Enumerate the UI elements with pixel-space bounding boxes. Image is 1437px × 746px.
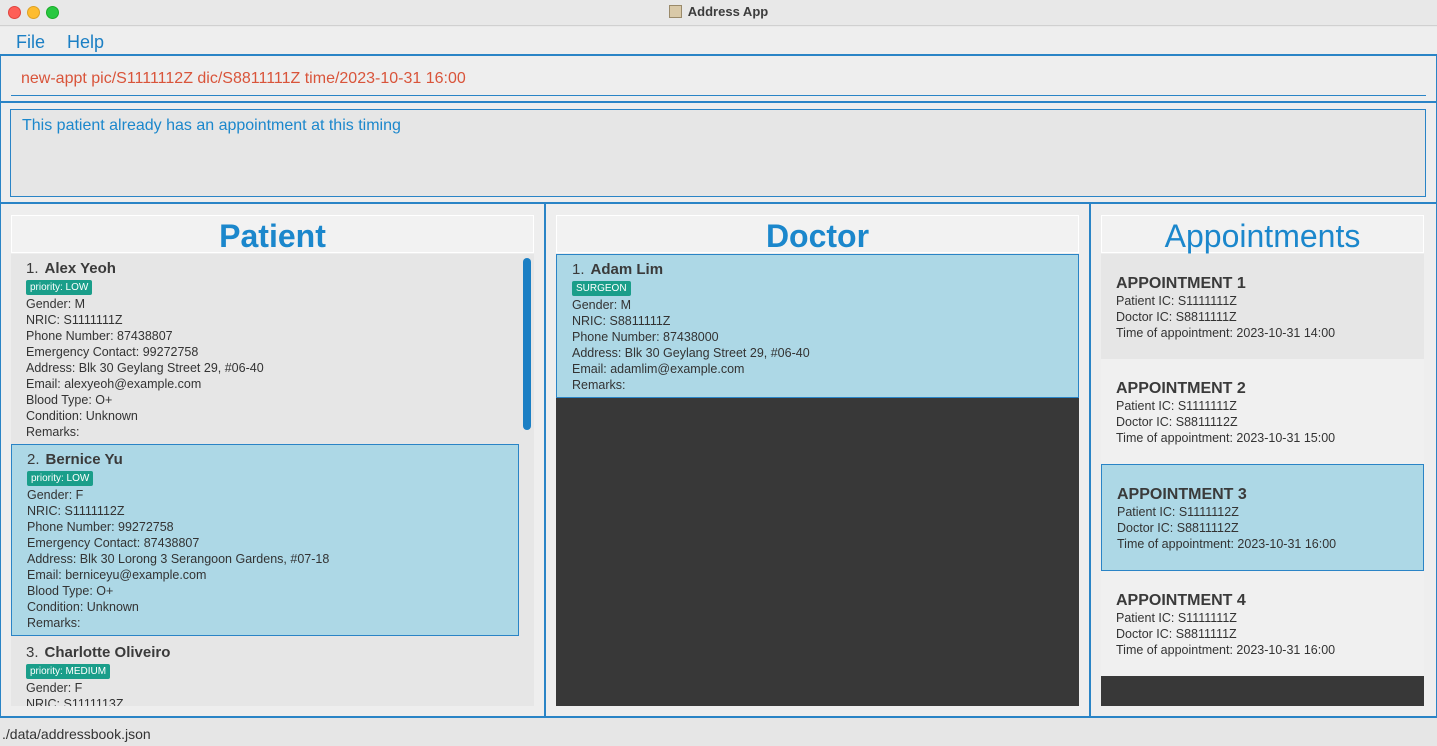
appointment-card[interactable]: APPOINTMENT 1 Patient IC: S1111111Z Doct… xyxy=(1101,254,1424,359)
patient-panel-title: Patient xyxy=(11,215,534,254)
command-box-area xyxy=(0,56,1437,103)
doctor-name: Adam Lim xyxy=(590,261,664,278)
patient-emergency-contact: Emergency Contact: 99272758 xyxy=(26,345,199,359)
appointment-doctor-ic: Doctor IC: S8811112Z xyxy=(1116,415,1238,429)
doctor-index: 1. xyxy=(572,261,585,278)
app-window: Address App File Help This patient alrea… xyxy=(0,0,1437,746)
appointment-card[interactable]: APPOINTMENT 4 Patient IC: S1111111Z Doct… xyxy=(1101,571,1424,676)
patient-card[interactable]: 3. Charlotte Oliveiro priority: MEDIUM Ge… xyxy=(11,638,519,706)
doctor-name-line: 1. Adam Lim xyxy=(572,261,1063,279)
doctor-phone: Phone Number: 87438000 xyxy=(572,330,719,344)
doctor-panel-title: Doctor xyxy=(556,215,1079,254)
appointment-list[interactable]: APPOINTMENT 1 Patient IC: S1111111Z Doct… xyxy=(1101,254,1424,706)
command-input[interactable] xyxy=(11,62,1426,96)
patient-gender: Gender: M xyxy=(26,297,86,311)
patient-phone: Phone Number: 87438807 xyxy=(26,329,173,343)
save-location: ./data/addressbook.json xyxy=(2,726,151,742)
patient-gender: Gender: F xyxy=(26,681,83,695)
result-message: This patient already has an appointment … xyxy=(10,109,1426,197)
patient-blood-type: Blood Type: O+ xyxy=(27,584,114,598)
appointment-title: APPOINTMENT 4 xyxy=(1116,592,1246,609)
appointment-time: Time of appointment: 2023-10-31 16:00 xyxy=(1117,537,1337,551)
doctor-address: Address: Blk 30 Geylang Street 29, #06-4… xyxy=(572,346,810,360)
appointment-time: Time of appointment: 2023-10-31 15:00 xyxy=(1116,431,1336,445)
patient-address: Address: Blk 30 Geylang Street 29, #06-4… xyxy=(26,361,264,375)
appointment-doctor-ic: Doctor IC: S8811112Z xyxy=(1117,521,1239,535)
menu-file[interactable]: File xyxy=(16,32,45,53)
patient-email: Email: alexyeoh@example.com xyxy=(26,377,202,391)
patient-card-selected[interactable]: 2. Bernice Yu priority: LOW Gender: F NRI… xyxy=(11,444,519,636)
appointments-panel-title: Appointments xyxy=(1101,215,1424,254)
specialty-tag: SURGEON xyxy=(572,281,631,296)
appointment-patient-ic: Patient IC: S1111112Z xyxy=(1117,505,1239,519)
patient-name-line: 3. Charlotte Oliveiro xyxy=(26,644,504,662)
window-title: Address App xyxy=(687,4,769,19)
doctor-card-selected[interactable]: 1. Adam Lim SURGEON Gender: M NRIC: S8811… xyxy=(556,254,1079,398)
patient-email: Email: berniceyu@example.com xyxy=(27,568,207,582)
doctor-gender: Gender: M xyxy=(572,298,632,312)
appointment-card-selected[interactable]: APPOINTMENT 3 Patient IC: S1111112Z Doct… xyxy=(1101,464,1424,571)
appointment-doctor-ic: Doctor IC: S8811111Z xyxy=(1116,627,1237,641)
patient-remarks: Remarks: xyxy=(27,616,81,630)
doctor-email: Email: adamlim@example.com xyxy=(572,362,745,376)
doctor-remarks: Remarks: xyxy=(572,378,626,392)
patient-emergency-contact: Emergency Contact: 87438807 xyxy=(27,536,200,550)
patient-name: Charlotte Oliveiro xyxy=(44,644,171,661)
title-bar: Address App xyxy=(0,0,1437,26)
appointment-time: Time of appointment: 2023-10-31 14:00 xyxy=(1116,326,1336,340)
appointment-title: APPOINTMENT 3 xyxy=(1117,486,1247,503)
patient-name: Alex Yeoh xyxy=(44,260,116,277)
patient-name-line: 1. Alex Yeoh xyxy=(26,260,504,278)
appointment-time: Time of appointment: 2023-10-31 16:00 xyxy=(1116,643,1336,657)
patient-nric: NRIC: S1111112Z xyxy=(27,504,125,518)
panel-divider xyxy=(544,204,546,717)
patient-list-scrollbar[interactable] xyxy=(523,258,531,430)
patient-index: 3. xyxy=(26,644,39,661)
appointment-card[interactable]: APPOINTMENT 2 Patient IC: S1111111Z Doct… xyxy=(1101,359,1424,464)
priority-tag: priority: LOW xyxy=(27,471,94,486)
appointment-title: APPOINTMENT 2 xyxy=(1116,380,1246,397)
doctor-nric: NRIC: S8811111Z xyxy=(572,314,671,328)
menu-help[interactable]: Help xyxy=(67,32,104,53)
patient-remarks: Remarks: xyxy=(26,425,80,439)
appointment-title: APPOINTMENT 1 xyxy=(1116,275,1246,292)
patient-blood-type: Blood Type: O+ xyxy=(26,393,113,407)
patient-list[interactable]: 1. Alex Yeoh priority: LOW Gender: M NRIC… xyxy=(11,254,534,706)
patient-index: 1. xyxy=(26,260,39,277)
priority-tag: priority: LOW xyxy=(26,280,93,295)
patient-index: 2. xyxy=(27,451,40,468)
patient-condition: Condition: Unknown xyxy=(27,600,139,614)
status-bar: ./data/addressbook.json xyxy=(0,716,1437,746)
patient-name-line: 2. Bernice Yu xyxy=(27,451,503,469)
priority-tag: priority: MEDIUM xyxy=(26,664,111,679)
appointment-patient-ic: Patient IC: S1111111Z xyxy=(1116,294,1237,308)
appointment-doctor-ic: Doctor IC: S8811111Z xyxy=(1116,310,1237,324)
patient-condition: Condition: Unknown xyxy=(26,409,138,423)
patient-name: Bernice Yu xyxy=(45,451,123,468)
appointment-patient-ic: Patient IC: S1111111Z xyxy=(1116,611,1237,625)
appointment-patient-ic: Patient IC: S1111111Z xyxy=(1116,399,1237,413)
window-title-wrap: Address App xyxy=(0,4,1437,19)
menu-bar: File Help xyxy=(0,27,1437,56)
patient-phone: Phone Number: 99272758 xyxy=(27,520,174,534)
patient-nric: NRIC: S1111111Z xyxy=(26,313,123,327)
panel-divider xyxy=(1089,204,1091,717)
result-display-area: This patient already has an appointment … xyxy=(0,103,1437,204)
doctor-list[interactable]: 1. Adam Lim SURGEON Gender: M NRIC: S8811… xyxy=(556,254,1079,706)
patient-card[interactable]: 1. Alex Yeoh priority: LOW Gender: M NRIC… xyxy=(11,254,519,444)
patient-address: Address: Blk 30 Lorong 3 Serangoon Garde… xyxy=(27,552,330,566)
panels: Patient 1. Alex Yeoh priority: LOW Gender… xyxy=(0,204,1437,717)
app-icon xyxy=(668,5,682,18)
patient-gender: Gender: F xyxy=(27,488,84,502)
patient-nric: NRIC: S1111113Z xyxy=(26,697,124,706)
